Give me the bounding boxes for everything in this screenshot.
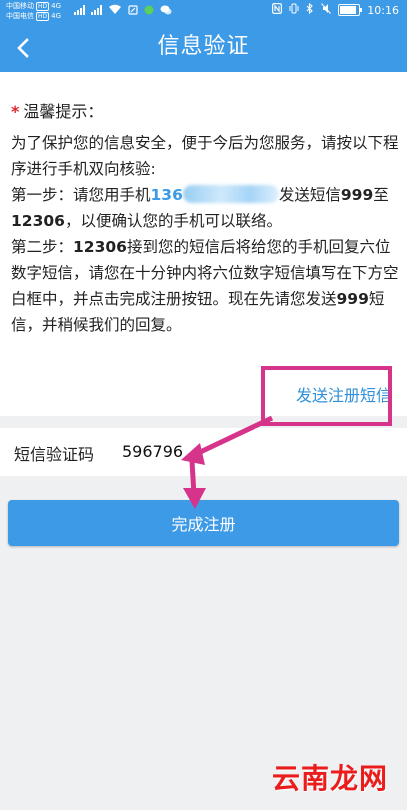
masked-phone-blur bbox=[182, 185, 279, 203]
network-2-label: 4G bbox=[51, 12, 62, 20]
tip-intro: 为了保护您的信息安全，便于今后为您服务，请按以下程序进行手机双向核验: bbox=[11, 134, 399, 178]
battery-icon bbox=[338, 4, 363, 16]
step-1-prefix: 第一步：请您用手机 bbox=[11, 186, 151, 204]
hd-badge-2: HD bbox=[36, 11, 50, 21]
bluetooth-icon bbox=[306, 2, 314, 17]
step-1-mid: 发送短信 bbox=[278, 186, 341, 204]
nfc-icon bbox=[272, 3, 283, 17]
app-header: 信息验证 bbox=[0, 22, 407, 72]
signal-icon bbox=[74, 4, 85, 15]
wechat-icon bbox=[160, 5, 172, 15]
site-watermark: 云南龙网 bbox=[272, 762, 389, 795]
step-1-suffix: ，以便确认您的手机可以联络。 bbox=[64, 212, 282, 230]
notification-icon bbox=[128, 5, 138, 15]
sms-code-label: 短信验证码 bbox=[14, 445, 95, 464]
tip-body: 为了保护您的信息安全，便于今后为您服务，请按以下程序进行手机双向核验: 第一步：… bbox=[11, 130, 399, 338]
carrier-2-label: 中国电信 bbox=[6, 12, 34, 20]
sms-code-input[interactable] bbox=[118, 438, 386, 464]
tip-step-1: 第一步：请您用手机136 发送短信999至 12306，以便确认您的手机可以联络。 bbox=[11, 182, 399, 234]
required-star: * bbox=[11, 102, 20, 121]
verification-info-card: * 温馨提示： 为了保护您的信息安全，便于今后为您服务，请按以下程序进行手机双向核… bbox=[0, 72, 407, 416]
signal-icon-2 bbox=[91, 4, 102, 15]
carrier-info: 中国移动 HD 4G 中国电信 HD 4G bbox=[6, 1, 61, 21]
app-notification-icon bbox=[144, 5, 154, 15]
step-2-number: 12306 bbox=[73, 238, 127, 256]
phone-number: 136 bbox=[150, 186, 183, 204]
complete-registration-button[interactable]: 完成注册 bbox=[8, 500, 399, 546]
page-title: 信息验证 bbox=[157, 34, 250, 59]
vibrate-icon bbox=[289, 3, 299, 17]
step-2-prefix: 第二步： bbox=[11, 238, 74, 256]
wifi-icon bbox=[108, 4, 122, 15]
step-2-sms-code: 999 bbox=[336, 290, 369, 308]
clock: 10:16 bbox=[367, 3, 399, 17]
tip-step-2: 第二步：12306接到您的短信后将给您的手机回复六位数字短信，请您在十分钟内将六… bbox=[11, 234, 399, 338]
tip-title: * 温馨提示： bbox=[11, 98, 103, 122]
status-bar: 中国移动 HD 4G 中国电信 HD 4G 10:16 bbox=[0, 0, 407, 22]
tip-title-text: 温馨提示： bbox=[23, 102, 104, 121]
step-1-number: 12306 bbox=[11, 212, 65, 230]
carrier-1-label: 中国移动 bbox=[6, 2, 34, 10]
step-1-sms-code: 999 bbox=[340, 186, 374, 204]
hd-badge: HD bbox=[36, 1, 50, 11]
send-registration-sms-link[interactable]: 发送注册短信 bbox=[296, 382, 392, 406]
network-1-label: 4G bbox=[51, 2, 62, 10]
mute-icon bbox=[321, 3, 332, 17]
step-1-to: 至 bbox=[373, 186, 389, 204]
sms-code-row: 短信验证码 bbox=[0, 428, 407, 476]
